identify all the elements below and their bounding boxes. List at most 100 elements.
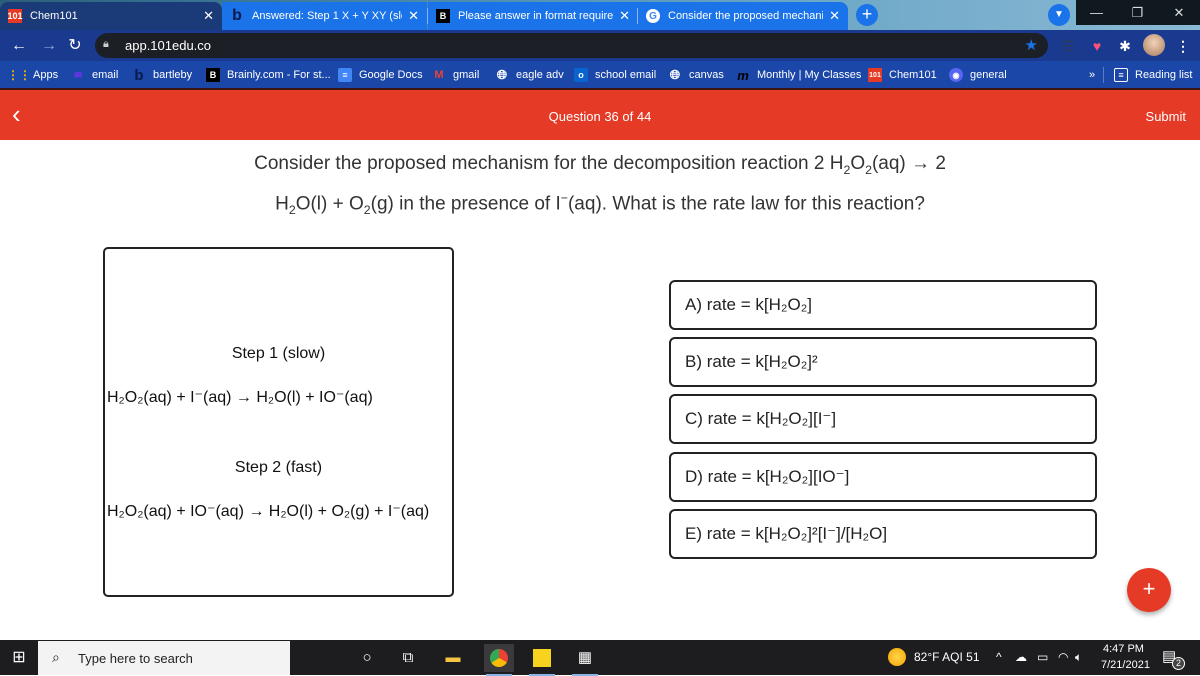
bookmark-gmail[interactable]: Mgmail <box>432 67 479 83</box>
clock-date[interactable]: 7/21/2021 <box>1101 659 1150 671</box>
chem101-logo-icon: 101 <box>868 68 882 82</box>
close-tab-icon[interactable]: ✕ <box>619 8 630 24</box>
bookmark-label: school email <box>595 69 657 81</box>
prompt-text: (aq). What is the rate law for this reac… <box>567 193 925 215</box>
extension-list-icon[interactable]: ☰ <box>1058 36 1078 56</box>
bookmark-email[interactable]: ✉ email <box>71 67 118 83</box>
close-window-button[interactable]: ✕ <box>1158 0 1200 25</box>
choice-b[interactable]: B) rate = k[H₂O₂]² <box>669 337 1097 387</box>
bookmark-label: gmail <box>453 69 480 81</box>
tray-chevron-icon[interactable]: ^ <box>996 650 1002 664</box>
discord-icon: ◉ <box>949 68 963 82</box>
reading-list-icon: ≡ <box>1114 68 1128 82</box>
search-icon: ⌕ <box>52 649 60 665</box>
heart-extension-icon[interactable]: ♥ <box>1087 36 1107 56</box>
prompt-text: in the presence of I <box>399 193 561 215</box>
extensions-puzzle-icon[interactable]: ✱ <box>1115 36 1135 56</box>
bookmark-label: eagle adv <box>516 69 564 81</box>
gmail-icon: M <box>434 69 444 81</box>
notification-count-badge: 2 <box>1172 657 1185 670</box>
bookmark-school-email[interactable]: o school email <box>574 67 656 83</box>
choice-c[interactable]: C) rate = k[H₂O₂][I⁻] <box>669 394 1097 444</box>
bookmarks-overflow-button[interactable]: » <box>1089 67 1095 83</box>
weather-sun-icon <box>888 648 906 666</box>
bookmark-canvas[interactable]: 🌐︎ canvas <box>668 67 724 83</box>
bookmark-apps[interactable]: ⋮⋮ Apps <box>7 67 59 83</box>
step1-equation: H₂O₂(aq) + I⁻(aq) → H₂O(l) + IO⁻(aq) <box>107 389 373 406</box>
bookmark-label: bartleby <box>153 69 193 81</box>
reading-list-label: Reading list <box>1135 69 1193 81</box>
clock-time[interactable]: 4:47 PM <box>1103 643 1144 655</box>
step2-label: Step 2 (fast) <box>234 459 323 476</box>
add-fab-button[interactable]: + <box>1127 568 1171 612</box>
bookmark-label: Brainly.com - For st... <box>227 69 331 81</box>
brainly-icon: B <box>206 68 220 82</box>
prompt-text: Consider the proposed mechanism for the … <box>254 153 844 174</box>
url-text: app.101edu.co <box>125 38 212 53</box>
m-icon: m <box>737 67 749 83</box>
step1-label: Step 1 (slow) <box>231 345 326 362</box>
brainly-icon: B <box>436 9 450 23</box>
chrome-app-icon[interactable] <box>484 644 514 676</box>
bookmark-label: canvas <box>689 69 724 81</box>
weather-readout[interactable]: 82°F AQI 51 <box>914 650 980 664</box>
menu-kebab-icon[interactable]: ⋮ <box>1173 36 1193 56</box>
minimize-button[interactable]: — <box>1076 0 1117 25</box>
tab-title: Please answer in format required <box>458 10 614 22</box>
taskbar-search-input[interactable]: ⌕ Type here to search <box>38 641 290 675</box>
reload-icon[interactable]: ↻ <box>64 35 86 57</box>
close-tab-icon[interactable]: ✕ <box>203 8 214 24</box>
forward-arrow-icon[interactable]: → <box>38 35 60 57</box>
yahoo-mail-icon: ✉ <box>74 69 82 80</box>
bookmark-star-icon[interactable]: ★ <box>1025 36 1038 54</box>
bartleby-icon: b <box>232 7 242 24</box>
sticky-notes-icon[interactable] <box>527 644 557 676</box>
wifi-icon[interactable]: ◠ <box>1058 650 1068 664</box>
battery-icon[interactable]: ▭ <box>1037 650 1048 664</box>
google-icon: G <box>646 9 660 23</box>
outlook-icon: o <box>574 68 588 82</box>
bookmark-label: Google Docs <box>359 69 423 81</box>
close-tab-icon[interactable]: ✕ <box>408 8 419 24</box>
new-tab-button[interactable]: + <box>856 4 878 26</box>
task-view-icon[interactable]: ⧉ <box>393 644 423 672</box>
volume-icon[interactable]: 🔈︎ <box>1075 650 1082 665</box>
bookmark-eagle-adv[interactable]: 🌐︎ eagle adv <box>495 67 564 83</box>
bookmarks-bar: ⋮⋮ Apps ✉ email b bartleby B Brainly.com - F… <box>0 61 1200 88</box>
calculator-icon[interactable]: ▦ <box>570 644 600 676</box>
close-tab-icon[interactable]: ✕ <box>829 8 840 24</box>
tab-chem101[interactable]: 101 Chem101 ✕ <box>0 2 222 30</box>
bookmark-chem101[interactable]: 101 Chem101 <box>868 67 937 83</box>
app-header: ‹ Question 36 of 44 Submit <box>0 88 1200 140</box>
search-placeholder: Type here to search <box>78 651 193 666</box>
tab-bartleby[interactable]: b Answered: Step 1 X + Y XY (slow) ✕ <box>222 2 427 30</box>
submit-button[interactable]: Submit <box>1146 109 1186 124</box>
bookmark-bartleby[interactable]: b bartleby <box>132 66 193 84</box>
bookmark-label: Apps <box>33 69 59 81</box>
google-docs-icon: ≡ <box>338 68 352 82</box>
step2-equation: H₂O₂(aq) + IO⁻(aq) → H₂O(l) + O₂(g) + I⁻… <box>107 503 430 520</box>
back-arrow-icon[interactable]: ← <box>8 35 30 57</box>
browser-tab-strip: 101 Chem101 ✕ b Answered: Step 1 X + Y X… <box>0 0 1200 30</box>
windows-start-icon[interactable]: ⊞ <box>0 640 38 675</box>
choice-e[interactable]: E) rate = k[H₂O₂]²[I⁻]/[H₂O] <box>669 509 1097 559</box>
reading-list-button[interactable]: ≡ Reading list <box>1114 67 1192 83</box>
tab-search-button[interactable]: ▼ <box>1048 4 1070 26</box>
address-bar[interactable]: 🔒︎ app.101edu.co ★ <box>95 33 1048 58</box>
choice-a[interactable]: A) rate = k[H₂O₂] <box>669 280 1097 330</box>
onedrive-cloud-icon[interactable]: ☁ <box>1015 650 1027 664</box>
cortana-circle-icon[interactable]: ○ <box>352 644 382 672</box>
globe-icon: 🌐︎ <box>669 67 681 82</box>
bookmark-monthly[interactable]: m Monthly | My Classes <box>736 67 861 83</box>
tab-google-search[interactable]: G Consider the proposed mechanis ✕ <box>638 2 848 30</box>
bartleby-icon: b <box>134 66 144 84</box>
bookmark-general[interactable]: ◉ general <box>949 67 1007 83</box>
restore-button[interactable]: ❐ <box>1117 0 1158 25</box>
lock-icon: 🔒︎ <box>103 38 109 50</box>
profile-avatar[interactable] <box>1143 34 1165 56</box>
bookmark-brainly[interactable]: B Brainly.com - For st... <box>206 67 331 83</box>
choice-d[interactable]: D) rate = k[H₂O₂][IO⁻] <box>669 452 1097 502</box>
bookmark-google-docs[interactable]: ≡ Google Docs <box>338 67 423 83</box>
tab-brainly[interactable]: B Please answer in format required ✕ <box>428 2 638 30</box>
file-explorer-icon[interactable]: ▬ <box>438 644 468 672</box>
